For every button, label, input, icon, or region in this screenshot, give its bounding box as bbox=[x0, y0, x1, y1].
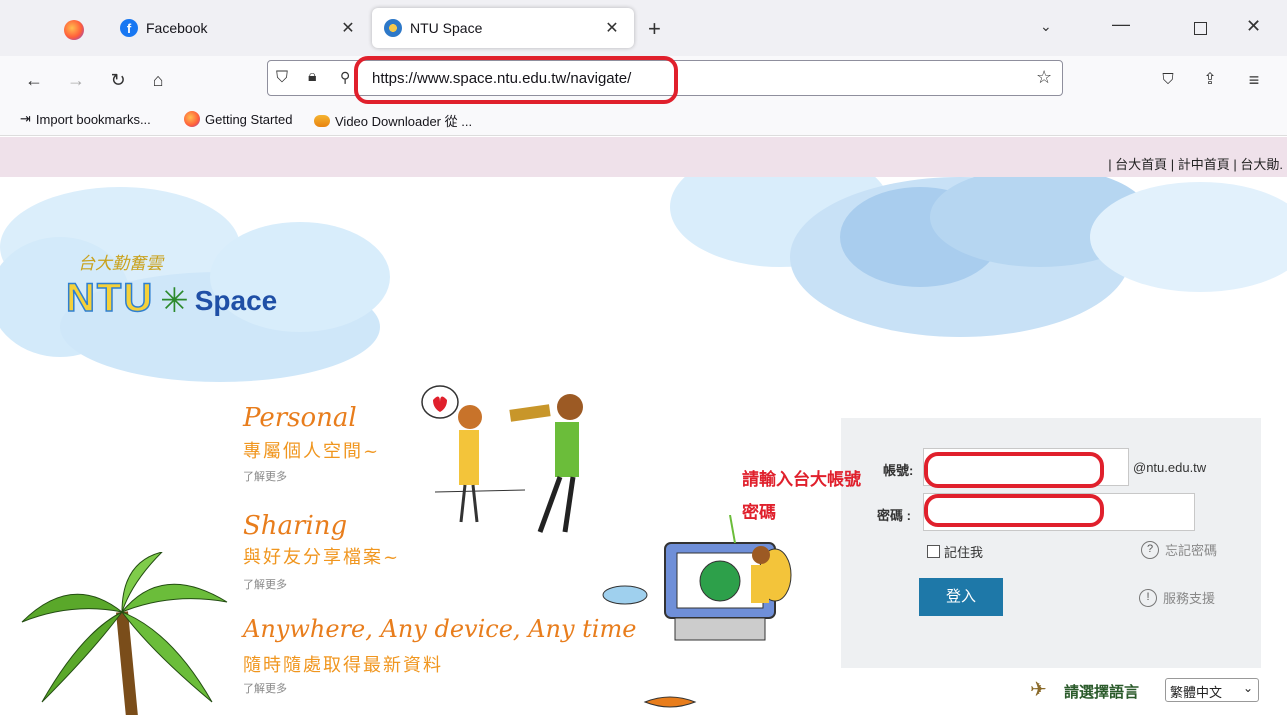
bookmark-star-icon[interactable]: ☆ bbox=[1036, 67, 1052, 88]
feature-personal-title: Personal bbox=[243, 403, 357, 433]
tab-title: NTU Space bbox=[410, 20, 483, 36]
exclamation-icon: ! bbox=[1139, 588, 1157, 607]
tracking-shield-icon[interactable]: ⛉ bbox=[276, 69, 288, 87]
bookmark-label: Getting Started bbox=[205, 111, 293, 127]
firefox-menu-icon[interactable] bbox=[64, 20, 84, 40]
bird-illustration bbox=[643, 696, 697, 708]
import-icon: ⇥ bbox=[20, 111, 31, 126]
logo-ntu: NTU bbox=[65, 275, 155, 321]
palm-tree-illustration bbox=[21, 552, 228, 715]
password-hint-annotation: 密碼 bbox=[742, 503, 776, 522]
maximize-icon[interactable] bbox=[1194, 22, 1207, 35]
chevron-down-icon: ⌄ bbox=[1242, 681, 1253, 695]
extensions-icon[interactable]: ⇪ bbox=[1196, 66, 1224, 94]
question-icon: ? bbox=[1141, 540, 1159, 559]
feature-personal-subtitle: 專屬個人空間~ bbox=[243, 441, 381, 462]
feature-anywhere-more-link[interactable]: 了解更多 bbox=[243, 680, 287, 696]
bookmark-label: Import bookmarks... bbox=[35, 111, 151, 127]
support-link[interactable]: ! 服務支援 bbox=[1139, 588, 1215, 607]
firefox-icon bbox=[184, 111, 200, 127]
computer-reading-illustration bbox=[602, 515, 792, 641]
remember-me-checkbox[interactable] bbox=[927, 545, 940, 558]
tab-bar: f Facebook ✕ NTU Space ✕ + ⌄ — ✕ bbox=[0, 0, 1287, 56]
tab-facebook[interactable]: f Facebook ✕ bbox=[108, 8, 370, 48]
bookmark-getting-started[interactable]: Getting Started bbox=[184, 111, 292, 127]
account-highlight-annotation bbox=[924, 452, 1104, 488]
feature-anywhere-subtitle: 隨時隨處取得最新資料 bbox=[243, 655, 443, 676]
ntu-space-icon bbox=[384, 19, 402, 37]
feature-anywhere-title: Anywhere, Any device, Any time bbox=[243, 615, 637, 643]
bookmark-video-downloader[interactable]: Video Downloader 從 ... bbox=[314, 111, 472, 130]
logo-space: Space bbox=[194, 285, 278, 316]
bookmark-label: Video Downloader 從 ... bbox=[335, 114, 473, 129]
feature-sharing-subtitle: 與好友分享檔案~ bbox=[243, 547, 401, 568]
facebook-icon: f bbox=[120, 19, 138, 37]
close-window-icon[interactable]: ✕ bbox=[1246, 16, 1261, 37]
language-label: 請選擇語言 bbox=[1064, 684, 1140, 701]
close-tab-icon[interactable]: ✕ bbox=[602, 18, 622, 38]
forward-icon[interactable]: → bbox=[62, 66, 90, 94]
cloud-right-illustration bbox=[670, 177, 1287, 337]
login-button[interactable]: 登入 bbox=[919, 578, 1003, 616]
account-hint-annotation: 請輸入台大帳號 bbox=[742, 470, 861, 489]
web-page: | 台大首頁 | 計中首頁 | 台大勛. 台大勤奮雲 NTU ✳ Space P… bbox=[0, 137, 1287, 715]
pocket-icon[interactable]: ⛉ bbox=[1154, 66, 1182, 94]
close-tab-icon[interactable]: ✕ bbox=[338, 18, 358, 38]
lock-icon[interactable]: 🔒︎ bbox=[308, 68, 317, 86]
permissions-icon[interactable]: ⚲ bbox=[340, 69, 350, 86]
remember-me[interactable]: 記住我 bbox=[927, 542, 983, 561]
tab-title: Facebook bbox=[146, 20, 208, 36]
language-selected-value: 繁體中文 bbox=[1170, 685, 1223, 700]
url-highlight-annotation bbox=[354, 56, 678, 104]
people-telescope-illustration bbox=[421, 385, 583, 533]
top-links[interactable]: | 台大首頁 | 計中首頁 | 台大勛. bbox=[1108, 154, 1283, 173]
forgot-password-link[interactable]: ? 忘記密碼 bbox=[1141, 540, 1217, 559]
support-label: 服務支援 bbox=[1163, 591, 1216, 606]
feature-personal-more-link[interactable]: 了解更多 bbox=[243, 468, 287, 484]
remember-me-label: 記住我 bbox=[944, 545, 984, 560]
account-label: 帳號: bbox=[883, 463, 914, 478]
reload-icon[interactable]: ↻ bbox=[104, 66, 132, 94]
top-strip: | 台大首頁 | 計中首頁 | 台大勛. bbox=[0, 137, 1287, 177]
feature-sharing-more-link[interactable]: 了解更多 bbox=[243, 576, 287, 592]
home-icon[interactable]: ⌂ bbox=[144, 66, 172, 94]
video-downloader-icon bbox=[314, 114, 330, 127]
palm-logo-icon: ✳ bbox=[160, 282, 189, 320]
logo[interactable]: 台大勤奮雲 NTU ✳ Space bbox=[65, 249, 278, 321]
account-domain-suffix: @ntu.edu.tw bbox=[1133, 460, 1207, 475]
new-tab-button[interactable]: + bbox=[648, 16, 661, 42]
back-icon[interactable]: ← bbox=[20, 66, 48, 94]
minimize-icon[interactable]: — bbox=[1112, 14, 1130, 35]
bookmarks-toolbar: ⇥ Import bookmarks... Getting Started Vi… bbox=[0, 104, 1287, 136]
bookmark-import[interactable]: ⇥ Import bookmarks... bbox=[20, 111, 151, 127]
logo-tagline: 台大勤奮雲 bbox=[78, 254, 163, 274]
language-select[interactable]: 繁體中文 ⌄ bbox=[1165, 678, 1259, 702]
password-label: 密碼 : bbox=[877, 508, 911, 523]
feature-sharing-title: Sharing bbox=[243, 511, 348, 541]
list-all-tabs-icon[interactable]: ⌄ bbox=[1040, 18, 1052, 35]
bird-language-icon: ✈ bbox=[1030, 679, 1047, 701]
password-highlight-annotation bbox=[924, 494, 1104, 527]
menu-icon[interactable]: ≡ bbox=[1240, 66, 1268, 94]
tab-ntu-space[interactable]: NTU Space ✕ bbox=[372, 8, 634, 48]
forgot-password-label: 忘記密碼 bbox=[1165, 543, 1218, 558]
